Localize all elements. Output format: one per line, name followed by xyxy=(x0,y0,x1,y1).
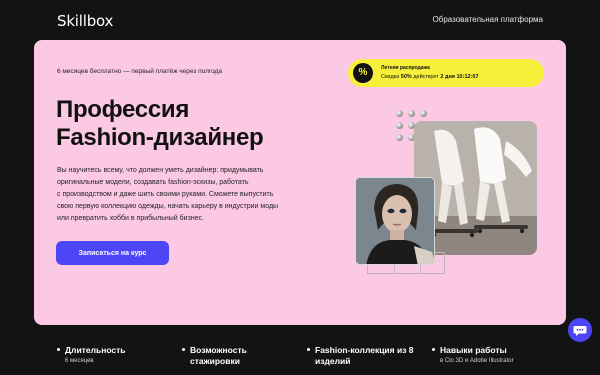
description-line: оригинальные модели, создавать fashion-э… xyxy=(57,179,249,186)
feature-title: Длительность xyxy=(65,345,126,355)
sale-text: Скидка 50% действует 2 дня 10:12:07 xyxy=(381,74,479,80)
top-bar: Skillbox Образовательная платформа xyxy=(0,0,600,40)
bullet-icon xyxy=(182,348,185,351)
hero-tagline: 6 месяцев бесплатно — первый платёж чере… xyxy=(57,68,223,75)
feature-title: Навыки работы xyxy=(440,345,507,355)
bullet-icon xyxy=(307,348,310,351)
description-line: или превратить хобби в прибыльный бизнес… xyxy=(57,215,204,222)
course-features: Длительность 6 месяцев Возможность стажи… xyxy=(57,345,557,375)
model-portrait-photo xyxy=(355,177,435,265)
description-line: Вы научитесь всему, что должен уметь диз… xyxy=(57,167,264,174)
description-line: свою первую коллекцию одежды, начать кар… xyxy=(57,203,279,210)
decor-dot xyxy=(420,110,427,117)
sale-banner[interactable]: % Летняя распродажа Скидка 50% действует… xyxy=(348,59,544,87)
platform-link[interactable]: Образовательная платформа xyxy=(433,15,543,24)
skillbox-logo[interactable]: Skillbox xyxy=(57,12,113,30)
model-portrait-illustration xyxy=(356,178,434,264)
enroll-button[interactable]: Записаться на курс xyxy=(56,241,169,265)
title-line-2: Fashion-дизайнер xyxy=(56,124,264,151)
percent-icon: % xyxy=(353,63,373,83)
hero-description: Вы научитесь всему, что должен уметь диз… xyxy=(57,165,317,225)
sale-title: Летняя распродажа xyxy=(381,65,430,71)
decor-dot xyxy=(396,122,403,129)
sale-discount: 50% xyxy=(400,74,412,80)
description-line: с производством и даже шить своими рукам… xyxy=(57,191,274,198)
hero-section: 6 месяцев бесплатно — первый платёж чере… xyxy=(34,40,566,325)
decor-dot xyxy=(408,110,415,117)
feature-subtitle: 6 месяцев xyxy=(65,358,94,364)
feature-title: Возможность стажировки xyxy=(190,345,247,366)
page-title: Профессия Fashion-дизайнер xyxy=(56,96,264,152)
title-line-1: Профессия xyxy=(56,96,190,123)
chat-icon xyxy=(573,326,587,336)
bullet-icon xyxy=(432,348,435,351)
decor-dot xyxy=(396,110,403,117)
bullet-icon xyxy=(57,348,60,351)
chat-button[interactable] xyxy=(568,318,592,342)
feature-subtitle: в Clo 3D и Adobe Illustrator xyxy=(440,358,514,364)
sale-text-prefix: Скидка xyxy=(381,74,401,80)
decor-dot xyxy=(396,134,403,141)
sale-text-middle: действует xyxy=(411,74,441,80)
feature-title: Fashion-коллекция из 8 изделий xyxy=(315,345,414,366)
sale-timer: 2 дня 10:12:07 xyxy=(440,74,479,80)
